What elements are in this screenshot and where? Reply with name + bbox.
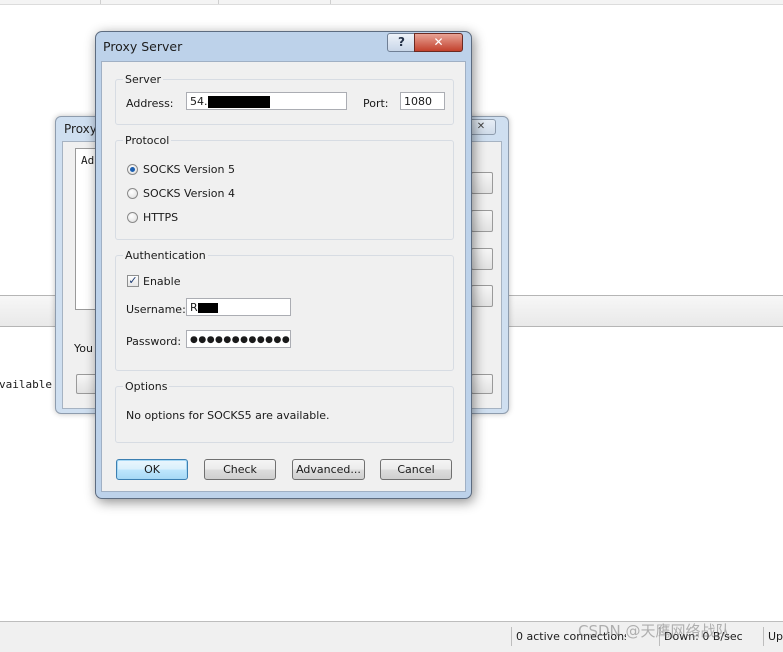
background-footer-button-right[interactable] xyxy=(471,374,493,394)
options-group: Options No options for SOCKS5 are availa… xyxy=(115,380,454,443)
port-label: Port: xyxy=(363,97,389,110)
protocol-legend: Protocol xyxy=(123,134,172,147)
address-redaction xyxy=(207,96,270,108)
background-side-button[interactable] xyxy=(471,172,493,194)
check-button[interactable]: Check xyxy=(204,459,276,480)
background-side-button[interactable] xyxy=(471,285,493,307)
cancel-button[interactable]: Cancel xyxy=(380,459,452,480)
dialog-client-area: Server Address: 54. Port: 1080 Protocol … xyxy=(101,61,466,492)
close-icon[interactable]: ✕ xyxy=(414,33,463,52)
background-toolbar-strip xyxy=(0,0,783,5)
proxy-list-header: Ad xyxy=(81,154,95,167)
background-log-text: vailable. xyxy=(0,378,52,391)
password-input[interactable]: ●●●●●●●●●●●● xyxy=(186,330,291,348)
radio-https[interactable] xyxy=(127,212,138,223)
authentication-legend: Authentication xyxy=(123,249,208,262)
background-side-button[interactable] xyxy=(471,248,493,270)
server-legend: Server xyxy=(123,73,164,86)
radio-https-label[interactable]: HTTPS xyxy=(143,211,178,224)
toolbar-separator xyxy=(100,0,101,4)
dialog-title: Proxy Server xyxy=(103,39,183,54)
options-message: No options for SOCKS5 are available. xyxy=(126,409,330,422)
ok-button[interactable]: OK xyxy=(116,459,188,480)
authentication-group: Authentication ✓ Enable Username: R Pass… xyxy=(115,249,454,371)
watermark: CSDN @天鹰网络战队 xyxy=(578,622,731,640)
username-input[interactable]: R xyxy=(186,298,291,316)
username-redaction xyxy=(197,303,218,313)
enable-label[interactable]: Enable xyxy=(143,275,180,288)
radio-socks5[interactable] xyxy=(127,164,138,175)
advanced-button[interactable]: Advanced... xyxy=(292,459,365,480)
radio-socks4[interactable] xyxy=(127,188,138,199)
proxy-server-dialog: Proxy Server ? ✕ Server Address: 54. Por… xyxy=(95,31,472,499)
toolbar-separator xyxy=(330,0,331,4)
help-icon[interactable]: ? xyxy=(387,33,416,52)
username-label: Username: xyxy=(126,303,186,316)
radio-socks4-label[interactable]: SOCKS Version 4 xyxy=(143,187,235,200)
background-dialog-title: Proxy xyxy=(64,122,97,136)
protocol-group: Protocol SOCKS Version 5 SOCKS Version 4… xyxy=(115,134,454,240)
toolbar-separator xyxy=(218,0,219,4)
port-input[interactable]: 1080 xyxy=(400,92,445,110)
password-label: Password: xyxy=(126,335,182,348)
server-group: Server Address: 54. Port: 1080 xyxy=(115,73,454,125)
radio-socks5-label[interactable]: SOCKS Version 5 xyxy=(143,163,235,176)
address-label: Address: xyxy=(126,97,174,110)
address-value: 54. xyxy=(190,95,208,108)
background-footer-text: You xyxy=(74,342,93,355)
username-value: R xyxy=(190,301,198,314)
options-legend: Options xyxy=(123,380,170,393)
enable-checkbox[interactable]: ✓ xyxy=(127,275,139,287)
status-upload-rate: Up xyxy=(763,627,783,646)
address-input[interactable]: 54. xyxy=(186,92,347,110)
background-side-button[interactable] xyxy=(471,210,493,232)
